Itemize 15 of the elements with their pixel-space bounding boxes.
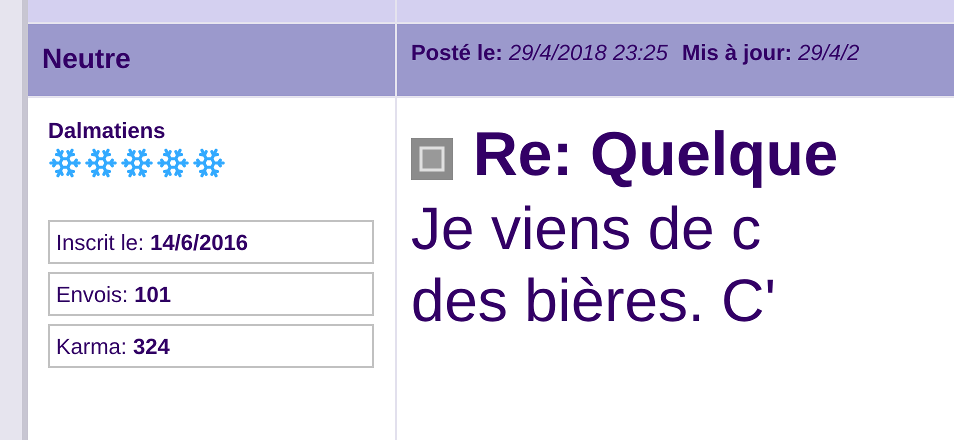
snowflake-icon xyxy=(48,146,82,180)
snowflake-icon xyxy=(192,146,226,180)
rank-header: Neutre xyxy=(28,24,395,96)
author-name: Dalmatiens xyxy=(48,118,166,144)
author-stat: Inscrit le: 14/6/2016 xyxy=(48,220,374,264)
snowflake-icon xyxy=(156,146,190,180)
snowflake-icon xyxy=(120,146,154,180)
author-stat: Envois: 101 xyxy=(48,272,374,316)
post-meta: Posté le: 29/4/2018 23:25 Mis à jour: 29/4/2 xyxy=(397,24,954,96)
post-title: Re: Quelque xyxy=(473,119,838,191)
post-body-line: des bières. C' xyxy=(411,266,777,336)
snowflake-icon xyxy=(84,146,118,180)
post-body-line: Je viens de c xyxy=(411,194,762,264)
author-stat: Karma: 324 xyxy=(48,324,374,368)
post-icon xyxy=(411,138,453,180)
